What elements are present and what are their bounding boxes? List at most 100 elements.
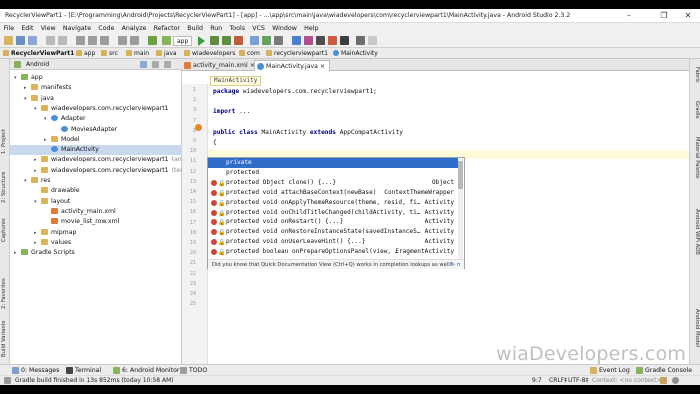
run-config-select[interactable]: app [173,36,193,46]
settings-icon[interactable] [152,61,159,68]
sdk-manager-icon[interactable] [250,36,259,45]
tree-node[interactable]: ▸ Model [10,135,182,145]
tree-node[interactable]: ▾ wiadevelopers.com.recyclerviewpart1 [10,104,182,114]
completion-item[interactable]: 🔒 protected void onRestoreInstanceState(s… [208,227,458,237]
tree-node[interactable]: ▸ manifests [10,83,182,93]
editor-breadcrumb[interactable]: MainActivity [210,76,262,86]
cut-icon[interactable] [76,36,85,45]
avd-manager-icon[interactable] [262,36,271,45]
tree-node[interactable]: ▸ Gradle Scripts [10,248,182,258]
menu-run[interactable]: Run [207,23,226,34]
tab-android-model[interactable]: Android Model [694,309,700,347]
sync-panel-icon[interactable] [140,61,147,68]
code-line[interactable]: { [213,138,217,147]
expand-arrow-icon[interactable]: ▸ [24,83,31,93]
breadcrumb-com[interactable]: com [238,49,260,58]
sync-icon[interactable] [28,36,37,45]
find-icon[interactable] [118,36,127,45]
tab-fabric[interactable]: Fabric [694,67,700,83]
breadcrumb-app[interactable]: app [75,49,95,58]
tab-gradle[interactable]: Gradle [694,101,700,119]
tree-node[interactable]: MainActivity [10,145,182,156]
tab-captures[interactable]: Captures [1,218,7,242]
context-indicator[interactable]: Context: <no context> [592,376,661,386]
menu-view[interactable]: View [37,23,59,34]
debug-icon[interactable] [210,36,219,45]
expand-arrow-icon[interactable]: ▸ [34,166,41,176]
hide-panel-icon[interactable] [164,61,171,68]
minimize-button[interactable]: – [616,10,642,22]
tab-favorites[interactable]: 2: Favorites [1,278,7,309]
project-view-select[interactable]: Android [26,59,49,70]
menu-window[interactable]: Window [268,23,300,34]
tab-build-variants[interactable]: Build Variants [1,320,7,357]
tree-node[interactable]: ▾ res [10,176,182,186]
code-line[interactable]: public class MainActivity extends AppCom… [213,128,403,137]
status-toggle-icon[interactable] [4,377,11,384]
tree-node[interactable]: ▾ java [10,94,182,104]
breadcrumb-wiadevelopers[interactable]: wiadevelopers [183,49,235,58]
expand-arrow-icon[interactable]: ▸ [44,135,51,145]
tree-node[interactable]: activity_main.xml [10,207,182,217]
tree-node[interactable]: movie_list_row.xml [10,217,182,227]
tree-node[interactable]: ▸wiadevelopers.com.recyclerviewpart1(and… [10,155,212,165]
completion-item[interactable]: 🔒 protected Object clone() {...} Object [208,178,458,188]
code-line[interactable]: import ... [213,107,250,116]
menu-help[interactable]: Help [301,23,323,34]
completion-scrollbar[interactable] [458,159,463,259]
file-encoding[interactable]: UTF-8‡ [568,376,589,386]
tab-material-palette[interactable]: Material Palette [694,137,700,179]
breadcrumb-project[interactable]: RecyclerViewPart1 [2,49,74,58]
expand-arrow-icon[interactable]: ▸ [34,228,41,238]
expand-arrow-icon[interactable]: ▾ [24,176,31,186]
menu-tools[interactable]: Tools [226,23,249,34]
line-separator[interactable]: CRLF‡ [549,376,567,386]
redo-icon[interactable] [58,36,67,45]
menu-analyze[interactable]: Analyze [118,23,150,34]
expand-arrow-icon[interactable]: ▾ [24,94,31,104]
breadcrumb-recyclerviewpart1[interactable]: recyclerviewpart1 [265,49,328,58]
completion-item[interactable]: private [208,158,458,168]
menu-code[interactable]: Code [95,23,118,34]
profile-icon[interactable] [222,36,231,45]
completion-item[interactable]: 🔒 protected void onUserLeaveHint() {...} A… [208,237,458,247]
make-project-icon[interactable] [148,36,157,45]
caret-position[interactable]: 9:7 [532,376,542,386]
tab-mainactivity-java[interactable]: MainActivity.java × [254,60,331,71]
breadcrumb-src[interactable]: src [100,49,118,58]
tree-node[interactable]: MoviesAdapter [10,125,182,135]
tree-node[interactable]: ▸ values [10,238,182,248]
code-line[interactable]: package wiadevelopers.com.recyclerviewpa… [213,87,377,96]
open-folder-icon[interactable] [4,36,13,45]
menu-vcs[interactable]: VCS [249,23,269,34]
breadcrumb-main[interactable]: main [125,49,149,58]
replace-icon[interactable] [130,36,139,45]
menu-edit[interactable]: Edit [18,23,37,34]
tab-activity-main-xml[interactable]: activity_main.xml × [182,60,259,71]
override-gutter-icon[interactable] [195,124,202,131]
tree-node[interactable]: ▾ layout [10,197,182,207]
fabric-icon[interactable] [328,36,337,45]
tree-node[interactable]: ▾ app [10,73,182,83]
completion-item[interactable]: 🔒 protected void onApplyThemeResource(the… [208,198,458,208]
tab-wifi-adb[interactable]: Android WiFi ADB [694,209,700,255]
tree-node[interactable]: ▸ wiadevelopers.com.recyclerviewpart1 (tes… [10,166,188,176]
paste-icon[interactable] [100,36,109,45]
completion-item[interactable]: 🔒 protected void onChildTitleChanged(chil… [208,208,458,218]
expand-arrow-icon[interactable]: ▸ [34,155,41,165]
close-button[interactable]: ✕ [675,10,700,22]
tree-node[interactable]: ▾ Adapter [10,114,182,124]
completion-item[interactable]: protected [208,168,458,178]
lock-icon[interactable] [660,377,667,384]
layout-inspector-icon[interactable] [316,36,325,45]
expand-arrow-icon[interactable]: ▾ [34,104,41,114]
expand-arrow-icon[interactable]: ▸ [14,248,21,258]
breadcrumb-java[interactable]: java [155,49,177,58]
tip-link[interactable]: ≫ π [450,260,460,270]
menu-file[interactable]: File [0,23,18,34]
expand-arrow-icon[interactable]: ▾ [34,197,41,207]
run-icon[interactable] [198,36,205,46]
completion-item[interactable]: 🔒 protected void attachBaseContext(newBas… [208,188,458,198]
maximize-button[interactable]: ❐ [651,10,677,22]
expand-arrow-icon[interactable]: ▾ [44,114,51,124]
